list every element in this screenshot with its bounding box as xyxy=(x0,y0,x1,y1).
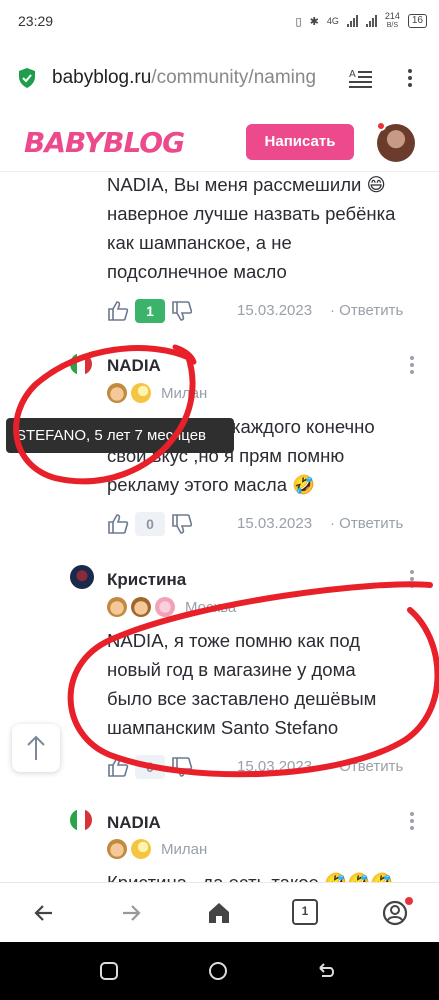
arrow-up-icon xyxy=(27,735,45,760)
author-city: Милан xyxy=(161,840,208,858)
comment-line: было все заставлено дешёвым xyxy=(107,688,377,709)
signal-icon-2 xyxy=(365,15,377,27)
reader-mode-icon[interactable]: A xyxy=(348,66,374,90)
recent-apps-icon[interactable] xyxy=(98,960,120,982)
comment-line: NADIA, я тоже помню как под xyxy=(107,630,361,651)
reply-link[interactable]: · Ответить xyxy=(330,515,403,532)
author-badges: Москва xyxy=(107,597,236,617)
thumbs-down-icon[interactable] xyxy=(171,756,193,778)
comment-1-actions: 1 xyxy=(107,297,193,325)
pregnancy-badge-icon xyxy=(155,597,175,617)
signal-icon xyxy=(346,15,358,27)
comment-line: шампанским Santo Stefano xyxy=(107,717,339,738)
moon-badge-icon xyxy=(131,839,151,859)
notification-dot xyxy=(376,121,386,131)
comment-line: Кристина , да есть такое 🤣🤣🤣 xyxy=(107,868,393,882)
author-city: Милан xyxy=(161,384,208,402)
comment-line: новый год в магазине у дома xyxy=(107,659,356,680)
shield-icon xyxy=(19,68,35,88)
thumbs-up-icon[interactable] xyxy=(107,513,129,535)
account-notification-dot xyxy=(405,897,413,905)
reply-link[interactable]: · Ответить xyxy=(330,302,403,319)
comment-author[interactable]: NADIA xyxy=(107,813,161,833)
status-time: 23:29 xyxy=(18,13,54,29)
network-label: 4G xyxy=(326,16,339,26)
comment-author[interactable]: NADIA xyxy=(107,356,161,376)
like-count: 1 xyxy=(135,299,165,323)
like-count: 0 xyxy=(135,755,165,779)
comment-line: как шампанское, а не xyxy=(107,232,292,253)
speed-value: 214 xyxy=(384,11,400,21)
home-icon[interactable] xyxy=(205,899,233,927)
girl-badge-icon xyxy=(131,597,151,617)
thumbs-down-icon[interactable] xyxy=(171,300,193,322)
moon-badge-icon xyxy=(131,383,151,403)
boy-badge-icon xyxy=(107,597,127,617)
italy-flag-icon xyxy=(70,809,92,831)
comment-1-text: NADIA, Вы меня рассмешили 😄 наверное луч… xyxy=(107,170,395,286)
speed-indicator: 214 B/S xyxy=(385,12,400,30)
back-nav-icon[interactable] xyxy=(316,960,338,982)
comment-3-actions: 0 xyxy=(107,753,193,781)
italy-flag-icon xyxy=(70,353,92,375)
author-badges: Милан xyxy=(107,839,207,859)
comment-date: 15.03.2023 xyxy=(237,515,313,532)
vibrate-icon: ▯ xyxy=(295,15,302,28)
forward-arrow-icon[interactable] xyxy=(117,899,145,927)
author-city: Москва xyxy=(185,598,237,616)
comment-line: наверное лучше назвать ребёнка xyxy=(107,203,396,224)
comment-date: 15.03.2023 xyxy=(237,758,313,775)
author-avatar[interactable] xyxy=(70,565,94,589)
site-header: BABYBLOG Написать xyxy=(0,112,439,172)
android-nav-bar xyxy=(0,942,439,1000)
bluetooth-icon: ✱ xyxy=(309,15,319,28)
tabs-button[interactable]: 1 xyxy=(292,899,318,925)
url-text[interactable]: babyblog.ru/community/naming xyxy=(52,67,337,89)
battery-icon: 16 xyxy=(407,14,427,28)
comment-2-actions: 0 xyxy=(107,510,193,538)
scroll-to-top-button[interactable] xyxy=(12,724,60,772)
comment-3-text: NADIA, я тоже помню как под новый год в … xyxy=(107,626,376,742)
back-arrow-icon[interactable] xyxy=(30,899,58,927)
url-path: /community/naming xyxy=(151,67,317,88)
browser-bottom-bar: 1 xyxy=(0,882,439,942)
reply-link[interactable]: · Ответить xyxy=(330,758,403,775)
boy-badge-icon xyxy=(107,839,127,859)
more-options-icon[interactable] xyxy=(408,810,416,834)
browser-menu-icon[interactable] xyxy=(400,66,420,92)
status-bar: 23:29 ▯ ✱ 4G 214 B/S 16 xyxy=(0,0,439,44)
comment-line: NADIA, Вы меня рассмешили 😄 xyxy=(107,174,386,195)
reply-label: Ответить xyxy=(339,515,404,532)
speed-unit: B/S xyxy=(386,22,398,29)
comment-4-text: Кристина , да есть такое 🤣🤣🤣 xyxy=(107,868,393,882)
thumbs-down-icon[interactable] xyxy=(171,513,193,535)
thumbs-up-icon[interactable] xyxy=(107,300,129,322)
svg-text:A: A xyxy=(349,69,356,80)
more-options-icon[interactable] xyxy=(408,354,416,378)
author-badges: Милан xyxy=(107,383,207,403)
write-button[interactable]: Написать xyxy=(246,124,354,160)
reply-label: Ответить xyxy=(339,758,404,775)
comment-author[interactable]: Кристина xyxy=(107,570,186,590)
reply-label: Ответить xyxy=(339,302,404,319)
browser-url-bar[interactable]: babyblog.ru/community/naming A xyxy=(0,48,439,108)
thumbs-up-icon[interactable] xyxy=(107,756,129,778)
child-tooltip: STEFANO, 5 лет 7 месяцев xyxy=(6,418,234,453)
boy-badge-icon xyxy=(107,383,127,403)
url-domain: babyblog.ru xyxy=(52,67,152,88)
comment-date: 15.03.2023 xyxy=(237,302,313,319)
babyblog-logo[interactable]: BABYBLOG xyxy=(24,126,185,159)
home-circle-icon[interactable] xyxy=(207,960,229,982)
more-options-icon[interactable] xyxy=(408,568,416,592)
comment-line: рекламу этого масла 🤣 xyxy=(107,474,316,495)
status-icons: ▯ ✱ 4G 214 B/S 16 xyxy=(296,12,427,30)
like-count: 0 xyxy=(135,512,165,536)
comment-line: подсолнечное масло xyxy=(107,261,287,282)
